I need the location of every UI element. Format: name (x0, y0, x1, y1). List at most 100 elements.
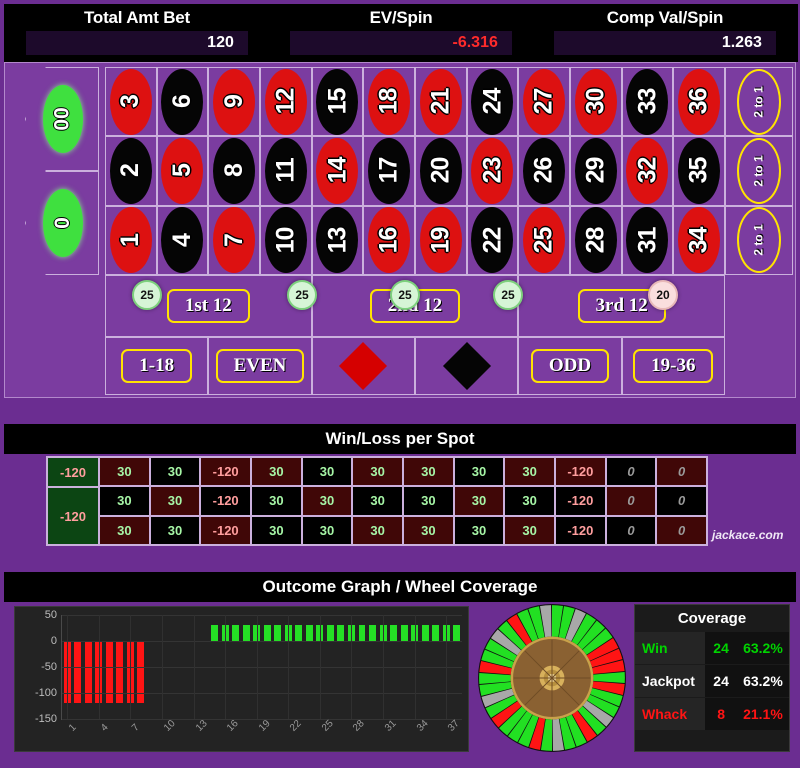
dozen-bet-3[interactable]: 3rd 12 (518, 275, 725, 337)
chart-gridline (62, 667, 462, 668)
number-cell-30[interactable]: 30 (570, 67, 622, 137)
chip-4[interactable]: 20 (648, 280, 678, 310)
number-cell-9[interactable]: 9 (208, 67, 260, 137)
number-cell-8[interactable]: 8 (208, 136, 260, 206)
outside-bet-red[interactable] (311, 337, 415, 395)
number-cell-1[interactable]: 1 (105, 205, 157, 275)
chart-vgridline (319, 615, 321, 719)
outside-bet-even[interactable]: EVEN (208, 337, 312, 395)
outside-bet-19-36[interactable]: 19-36 (621, 337, 725, 395)
number-cell-3[interactable]: 3 (105, 67, 157, 137)
wheel-svg (478, 604, 626, 752)
chip-1[interactable]: 25 (287, 280, 317, 310)
coverage-row-whack: Whack 8 21.1% (635, 698, 789, 730)
number-label: 26 (529, 158, 558, 184)
number-oval: 4 (161, 207, 204, 274)
number-cell-16[interactable]: 16 (363, 205, 415, 275)
number-cell-15[interactable]: 15 (311, 67, 364, 137)
outside-bet-1-18[interactable]: 1-18 (105, 337, 209, 395)
number-cell-32[interactable]: 32 (621, 136, 674, 206)
number-cell-23[interactable]: 23 (466, 136, 519, 206)
column-bet-2[interactable]: 2 to 1 (725, 136, 793, 206)
number-cell-18[interactable]: 18 (363, 67, 415, 137)
number-label: 27 (529, 88, 558, 115)
number-label: 28 (581, 227, 610, 254)
number-cell-26[interactable]: 26 (518, 136, 570, 206)
number-cell-34[interactable]: 34 (673, 205, 725, 275)
number-label: 35 (684, 158, 713, 184)
number-cell-17[interactable]: 17 (363, 136, 415, 206)
number-cell-31[interactable]: 31 (621, 205, 674, 275)
number-cell-19[interactable]: 19 (415, 205, 467, 275)
number-oval: 24 (471, 68, 514, 135)
number-cell-13[interactable]: 13 (311, 205, 364, 275)
number-label: 10 (271, 227, 300, 254)
double-zero-oval[interactable]: 00 (43, 85, 83, 153)
number-cell-27[interactable]: 27 (518, 67, 570, 137)
zero-label: 00 (50, 107, 74, 131)
chart-x-tick: 16 (225, 718, 241, 734)
number-cell-11[interactable]: 11 (260, 136, 312, 206)
number-cell-25[interactable]: 25 (518, 205, 570, 275)
chart-bar (232, 625, 240, 641)
column-bets[interactable]: 2 to 1 2 to 1 2 to 1 (725, 67, 793, 275)
chip-3[interactable]: 25 (493, 280, 523, 310)
chart-x-tick: 1 (67, 722, 79, 734)
zero-pockets[interactable]: 00 0 (11, 67, 99, 275)
winloss-title: Win/Loss per Spot (4, 424, 796, 454)
number-cell-20[interactable]: 20 (415, 136, 467, 206)
chip-0[interactable]: 25 (132, 280, 162, 310)
chart-x-tick: 31 (383, 718, 399, 734)
outside-bet-label: ODD (530, 349, 610, 383)
header-label: Comp Val/Spin (606, 8, 724, 27)
number-label: 32 (632, 158, 661, 184)
chart-bar (390, 625, 398, 641)
number-grid[interactable]: 3 6 9 12 15 18 21 24 27 30 33 36 2 5 8 11 14 17 20 23 26 29 32… (105, 67, 725, 275)
chart-bar (295, 625, 303, 641)
winloss-cell: 30 (403, 486, 454, 516)
header-value: -6.316 (290, 31, 512, 55)
number-cell-29[interactable]: 29 (570, 136, 622, 206)
winloss-cell: 30 (149, 515, 201, 545)
chart-vgridline (446, 615, 448, 719)
number-cell-4[interactable]: 4 (156, 205, 209, 275)
number-cell-5[interactable]: 5 (156, 136, 209, 206)
column-bet-label: 2 to 1 (752, 85, 766, 118)
chart-bar (137, 641, 145, 704)
number-label: 31 (632, 227, 661, 254)
chart-vgridline (383, 615, 385, 719)
number-cell-14[interactable]: 14 (311, 136, 364, 206)
number-cell-33[interactable]: 33 (621, 67, 674, 137)
number-oval: 20 (419, 137, 462, 204)
number-cell-35[interactable]: 35 (673, 136, 725, 206)
number-cell-10[interactable]: 10 (260, 205, 312, 275)
single-zero-oval[interactable]: 0 (43, 189, 83, 257)
chart-x-tick: 7 (130, 722, 143, 734)
outside-bet-black[interactable] (415, 337, 519, 395)
number-cell-36[interactable]: 36 (673, 67, 725, 137)
number-oval: 32 (626, 137, 669, 204)
number-oval: 9 (213, 68, 256, 135)
number-cell-2[interactable]: 2 (105, 136, 157, 206)
outside-bet-odd[interactable]: ODD (518, 337, 622, 395)
chip-2[interactable]: 25 (390, 280, 420, 310)
number-cell-21[interactable]: 21 (415, 67, 467, 137)
number-cell-6[interactable]: 6 (156, 67, 209, 137)
number-label: 5 (167, 164, 196, 178)
chart-x-tick: 13 (193, 718, 210, 734)
outside-bets[interactable]: 1-18 EVEN ODD 19-36 (105, 337, 725, 395)
chart-plot-area: 50 0 -50 -100 -150 1 4 7 10 13 16 19 22 25 28 31 34 37 (35, 609, 462, 734)
number-cell-7[interactable]: 7 (208, 205, 260, 275)
header-value: 120 (26, 31, 248, 55)
coverage-label: Win (635, 632, 706, 664)
column-bet-1[interactable]: 2 to 1 (725, 67, 793, 137)
number-cell-24[interactable]: 24 (466, 67, 519, 137)
chart-y-tick: 50 (44, 609, 57, 621)
winloss-cell: 0 (656, 515, 707, 545)
number-cell-28[interactable]: 28 (570, 205, 622, 275)
column-bet-3[interactable]: 2 to 1 (725, 205, 793, 275)
number-cell-22[interactable]: 22 (466, 205, 519, 275)
roulette-betting-table[interactable]: 00 0 3 6 9 12 15 18 21 24 27 30 33 36 2 5 8 11 14 17 20 23 26… (4, 62, 796, 398)
number-cell-12[interactable]: 12 (260, 67, 312, 137)
winloss-cell: 30 (251, 457, 302, 487)
